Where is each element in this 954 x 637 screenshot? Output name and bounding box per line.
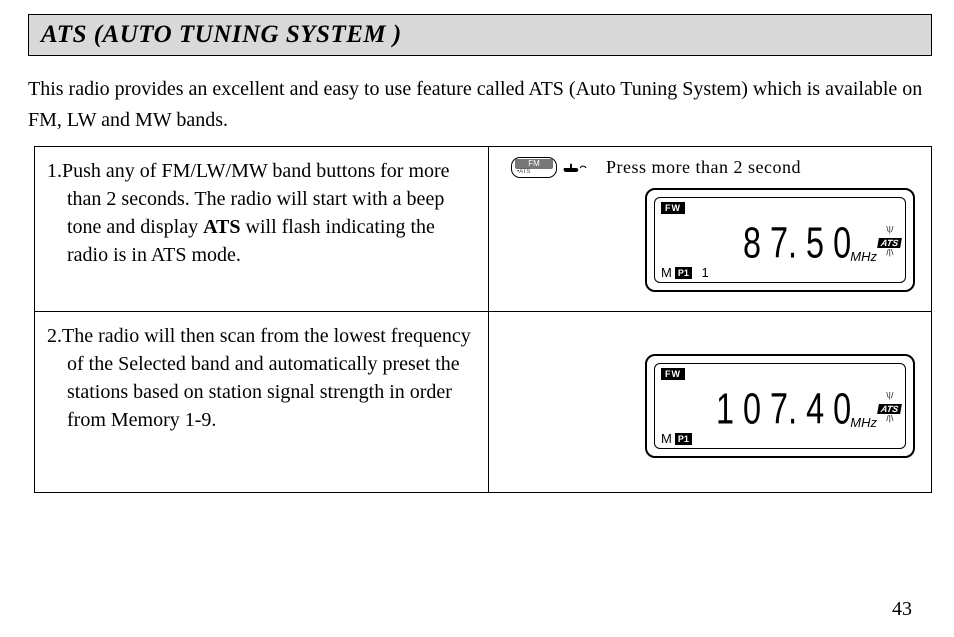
lcd-frequency: 1 0 7. 4 0 (716, 384, 851, 434)
lcd-unit: MHz (850, 249, 877, 264)
lcd-frequency: 8 7. 5 0 (743, 218, 851, 268)
step-1-illustration: FM •ATS Press more than 2 second (489, 147, 931, 311)
step-number: 1. (47, 160, 62, 182)
step-bold: ATS (203, 216, 240, 238)
lcd-unit: MHz (850, 415, 877, 430)
lcd-display-2: FW 1 0 7. 4 0 MHz \ | / ATS / | \ MP1 (645, 354, 915, 458)
page-title: ATS (AUTO TUNING SYSTEM ) (28, 14, 932, 56)
lcd-fw-indicator: FW (661, 202, 685, 214)
page-number: 43 (892, 598, 912, 621)
lcd-memory-indicator: MP1 (661, 431, 701, 446)
table-row: 1.Push any of FM/LW/MW band buttons for … (35, 147, 931, 311)
fm-button-illustration: FM •ATS (511, 157, 588, 178)
lcd-ats-indicator: \ | / ATS / | \ (878, 228, 901, 256)
fm-button-sub-label: •ATS (512, 169, 556, 175)
step-body-pre: The radio will then scan from the lowest… (62, 325, 471, 431)
lcd-memory-indicator: MP1 1 (661, 265, 709, 280)
step-2-illustration: FW 1 0 7. 4 0 MHz \ | / ATS / | \ MP1 (489, 312, 931, 492)
lcd-ats-indicator: \ | / ATS / | \ (878, 394, 901, 422)
step-number: 2. (47, 325, 62, 347)
instructions-table: 1.Push any of FM/LW/MW band buttons for … (34, 146, 932, 493)
intro-paragraph: This radio provides an excellent and eas… (28, 74, 932, 136)
step-1-text: 1.Push any of FM/LW/MW band buttons for … (35, 147, 489, 311)
fm-button-main-label: FM (515, 159, 553, 169)
pointing-hand-icon (562, 159, 588, 177)
step-2-text: 2.The radio will then scan from the lowe… (35, 312, 489, 492)
table-row: 2.The radio will then scan from the lowe… (35, 311, 931, 492)
lcd-fw-indicator: FW (661, 368, 685, 380)
press-duration-label: Press more than 2 second (606, 157, 801, 178)
lcd-display-1: FW 8 7. 5 0 MHz \ | / ATS / | \ MP1 1 (645, 188, 915, 292)
